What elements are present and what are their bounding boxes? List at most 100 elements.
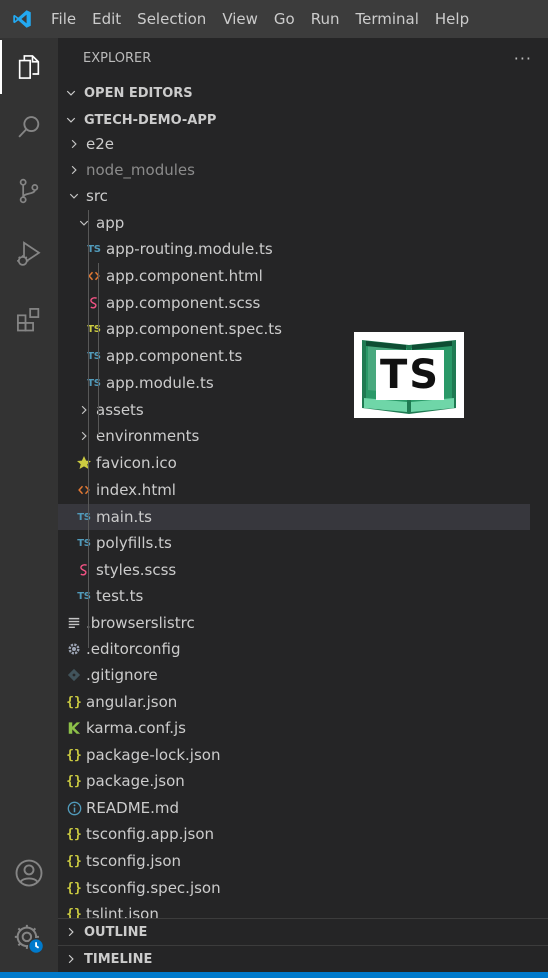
gear-icon: [64, 636, 84, 662]
tree-item-label: app: [96, 214, 125, 232]
explorer-title: EXPLORER: [83, 50, 152, 66]
json-braces-icon: {}: [66, 826, 82, 842]
file-favicon-ico[interactable]: favicon.ico: [58, 450, 530, 476]
file-package-json[interactable]: {} package.json: [58, 768, 530, 794]
chevron-right-icon[interactable]: [74, 397, 94, 423]
ts-file-icon: TS: [77, 590, 91, 602]
tree-item-label: tsconfig.spec.json: [86, 879, 221, 897]
json-braces-icon: {}: [66, 694, 82, 710]
menu-item-edit[interactable]: Edit: [85, 0, 130, 38]
indent-guide: [98, 263, 99, 436]
menu-item-selection[interactable]: Selection: [130, 0, 215, 38]
file-readme-md[interactable]: README.md: [58, 795, 530, 821]
tree-item-label: favicon.ico: [96, 454, 177, 472]
star-icon: [74, 450, 94, 476]
menu-item-run[interactable]: Run: [304, 0, 349, 38]
html-file-icon: [84, 263, 104, 289]
timeline-section[interactable]: TIMELINE: [58, 945, 548, 972]
tree-item-label: tsconfig.json: [86, 852, 182, 870]
source-control-icon[interactable]: [0, 162, 58, 220]
open-editors-section[interactable]: OPEN EDITORS: [58, 80, 548, 106]
tree-item-label: e2e: [86, 135, 115, 153]
project-section[interactable]: GTECH-DEMO-APP: [58, 107, 548, 133]
ts-file-icon: TS: [87, 243, 101, 255]
ts-logo-text: TS: [376, 350, 444, 400]
tree-item-label: main.ts: [96, 508, 152, 526]
chevron-down-icon[interactable]: [64, 183, 84, 209]
folder-e2e[interactable]: e2e: [58, 131, 530, 157]
chevron-down-icon[interactable]: [74, 210, 94, 236]
file-styles-scss[interactable]: styles.scss: [58, 557, 530, 583]
tree-item-label: tsconfig.app.json: [86, 825, 215, 843]
tree-item-label: package.json: [86, 772, 185, 790]
project-label: GTECH-DEMO-APP: [84, 112, 217, 128]
outline-label: OUTLINE: [84, 924, 148, 940]
folder-app[interactable]: app: [58, 210, 530, 236]
git-icon: [64, 662, 84, 688]
folder-environments[interactable]: environments: [58, 423, 530, 449]
explorer-sidebar: EXPLORER ··· OPEN EDITORS GTECH-DEMO-APP…: [58, 38, 548, 972]
menu-item-terminal[interactable]: Terminal: [349, 0, 428, 38]
tree-item-label: README.md: [86, 799, 180, 817]
file-app-routing-module-ts[interactable]: TS app-routing.module.ts: [58, 236, 530, 262]
explorer-icon[interactable]: [0, 38, 58, 96]
chevron-right-icon[interactable]: [74, 423, 94, 449]
folder-src[interactable]: src: [58, 183, 530, 209]
timeline-label: TIMELINE: [84, 951, 153, 967]
tree-item-label: .browserslistrc: [86, 614, 195, 632]
search-icon[interactable]: [0, 98, 58, 156]
menu-item-file[interactable]: File: [44, 0, 85, 38]
tree-item-label: src: [86, 187, 108, 205]
chevron-down-icon: [58, 114, 84, 126]
run-debug-icon[interactable]: [0, 225, 58, 283]
more-actions-icon[interactable]: ···: [514, 49, 532, 68]
menu-item-go[interactable]: Go: [267, 0, 304, 38]
chevron-right-icon[interactable]: [64, 157, 84, 183]
outline-section[interactable]: OUTLINE: [58, 918, 548, 945]
file-test-ts[interactable]: TS test.ts: [58, 583, 530, 609]
ts-file-icon: TS: [87, 377, 101, 389]
tree-item-label: app.component.ts: [106, 347, 243, 365]
tree-item-label: environments: [96, 427, 200, 445]
file-browserslistrc[interactable]: .browserslistrc: [58, 610, 530, 636]
file-tsconfig-app-json[interactable]: {} tsconfig.app.json: [58, 821, 530, 847]
tree-item-label: test.ts: [96, 587, 144, 605]
status-bar: [0, 972, 548, 978]
explorer-header: EXPLORER ···: [58, 38, 548, 78]
info-icon: [64, 795, 84, 821]
folder-node-modules[interactable]: node_modules: [58, 157, 530, 183]
ts-file-icon: TS: [77, 511, 91, 523]
file-index-html[interactable]: index.html: [58, 477, 530, 503]
file-gitignore[interactable]: .gitignore: [58, 662, 530, 688]
menu-item-view[interactable]: View: [215, 0, 267, 38]
file-angular-json[interactable]: {} angular.json: [58, 689, 530, 715]
chevron-right-icon: [58, 953, 84, 965]
tree-item-label: node_modules: [86, 161, 195, 179]
tree-item-label: angular.json: [86, 693, 178, 711]
tree-item-label: app.component.html: [106, 267, 263, 285]
file-main-ts[interactable]: TS main.ts: [58, 504, 530, 530]
activity-bar: [0, 38, 58, 972]
ts-file-icon: TS: [77, 537, 91, 549]
account-icon[interactable]: [0, 844, 58, 902]
file-package-lock-json[interactable]: {} package-lock.json: [58, 742, 530, 768]
json-braces-icon: {}: [66, 747, 82, 763]
file-editorconfig[interactable]: .editorconfig: [58, 636, 530, 662]
chevron-right-icon[interactable]: [64, 131, 84, 157]
tree-item-label: .editorconfig: [86, 640, 181, 658]
file-app-component-scss[interactable]: app.component.scss: [58, 290, 530, 316]
file-tsconfig-spec-json[interactable]: {} tsconfig.spec.json: [58, 875, 530, 901]
file-karma-conf-js[interactable]: karma.conf.js: [58, 715, 530, 741]
tree-item-label: app-routing.module.ts: [106, 240, 273, 258]
vscode-logo-icon: [0, 0, 44, 38]
file-app-component-html[interactable]: app.component.html: [58, 263, 530, 289]
tree-item-label: app.component.scss: [106, 294, 261, 312]
extensions-icon[interactable]: [0, 291, 58, 349]
tree-item-label: assets: [96, 401, 144, 419]
menu-item-help[interactable]: Help: [428, 0, 478, 38]
indent-guide: [88, 210, 89, 648]
file-polyfills-ts[interactable]: TS polyfills.ts: [58, 530, 530, 556]
settings-gear-icon[interactable]: [0, 910, 58, 968]
file-tsconfig-json[interactable]: {} tsconfig.json: [58, 848, 530, 874]
json-braces-icon: {}: [66, 853, 82, 869]
